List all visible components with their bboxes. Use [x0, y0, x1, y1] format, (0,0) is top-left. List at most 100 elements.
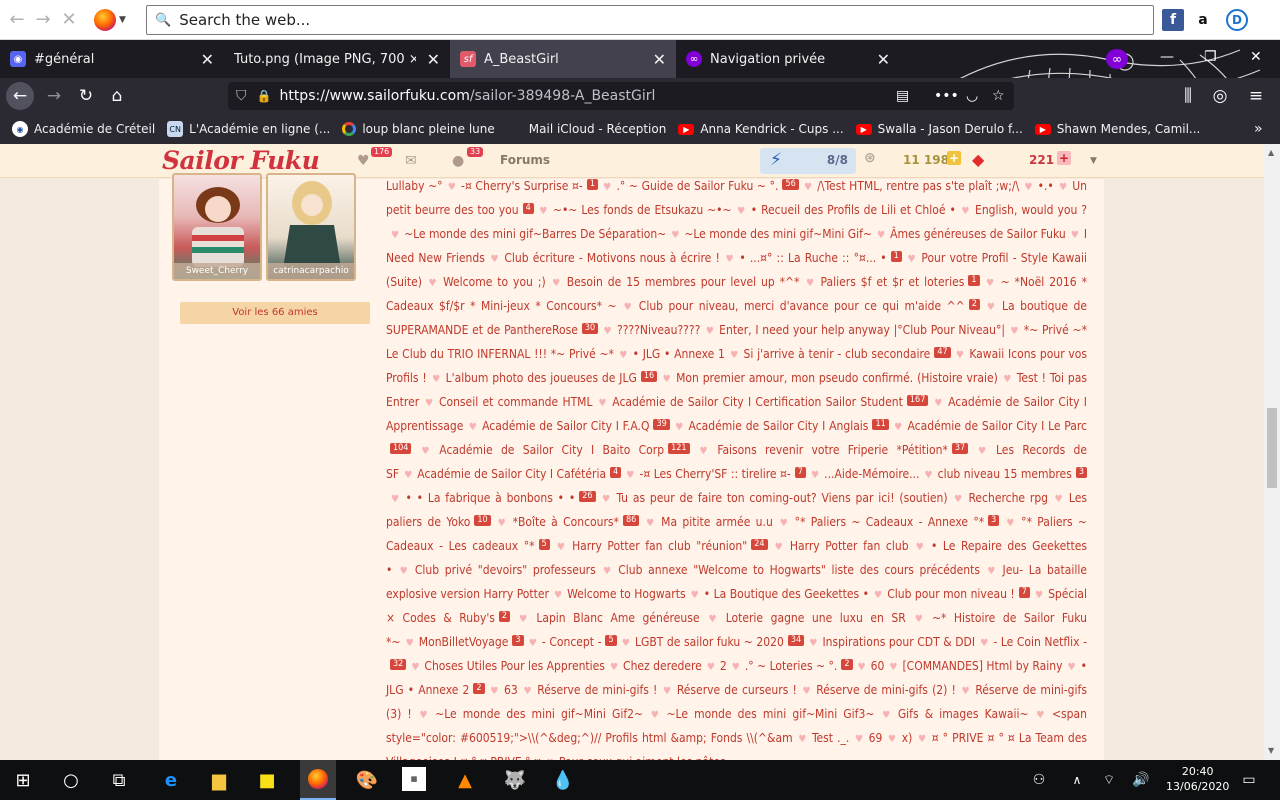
club-link[interactable]: 69 [869, 731, 883, 745]
club-link[interactable]: ~Le monde des mini gif~Mini Gif2~ [435, 707, 643, 721]
club-link[interactable]: 60 [871, 659, 885, 673]
vlc-icon[interactable]: ▲ [452, 767, 478, 793]
lock-icon[interactable]: 🔒 [257, 89, 272, 103]
club-link[interactable]: •.• [1038, 179, 1054, 193]
club-link[interactable]: Club annexe "Welcome to Hogwarts" liste … [618, 563, 980, 577]
tab-image[interactable]: Tuto.png (Image PNG, 700 × 2300 p ✕ [224, 40, 450, 78]
forward-icon[interactable]: → [42, 84, 66, 108]
club-link[interactable]: Gifs & images Kawaii~ [898, 707, 1029, 721]
club-link[interactable]: Académie de Sailor City I Cafétéria 4 [417, 467, 622, 481]
chevron-down-icon[interactable]: ▼ [1090, 156, 1097, 166]
club-link[interactable]: MonBilletVoyage 3 [419, 635, 524, 649]
club-link[interactable]: - Concept -5 [542, 635, 617, 649]
club-link[interactable]: • • La fabrique à bonbons • • 26 [405, 491, 596, 505]
club-link[interactable]: Réserve de mini-gifs (2) ! [816, 683, 956, 697]
back-icon[interactable]: ← [6, 82, 34, 110]
club-link[interactable]: °* Paliers ~ Cadeaux - Annexe °* 3 [795, 515, 1000, 529]
facebook-icon[interactable]: f [1162, 9, 1184, 31]
club-link[interactable]: Tu as peur de faire ton coming-out? Vien… [616, 491, 947, 505]
bookmark-star-icon[interactable]: ☆ [992, 88, 1005, 104]
cortana-search-icon[interactable]: ○ [58, 767, 84, 793]
club-link[interactable]: Harry Potter fan club [790, 539, 909, 553]
club-link[interactable]: /\Test HTML, rentre pas s'te plaît ;w;/\ [817, 179, 1019, 193]
task-view-icon[interactable]: ⧉ [106, 767, 132, 793]
club-link[interactable]: Ma pitite armée u.u [661, 515, 773, 529]
notifications-icon[interactable]: ▭ [1236, 767, 1262, 793]
club-link[interactable]: 2 [720, 659, 727, 673]
dashlane-icon[interactable]: D [1226, 9, 1248, 31]
club-link[interactable]: Académie de Sailor City I Baito Corp 121 [439, 443, 690, 457]
chevron-down-icon[interactable]: ▼ [119, 15, 126, 25]
bookmark-item[interactable]: ▶ Swalla - Jason Derulo f... [855, 122, 1023, 136]
page-scrollbar[interactable]: ▲ ▼ [1264, 144, 1280, 760]
club-link[interactable]: ????Niveau???? [617, 323, 700, 337]
club-link[interactable]: -¤ Les Cherry'SF :: tirelire ¤- 7 [639, 467, 806, 481]
club-link[interactable]: Recherche rpg [968, 491, 1048, 505]
close-icon[interactable]: ✕ [653, 50, 666, 69]
windows-start-icon[interactable]: ⊞ [10, 767, 36, 793]
reload-icon[interactable]: ↻ [74, 84, 98, 108]
address-bar[interactable]: ⛉ 🔒 https://www.sailorfuku.com /sailor-3… [228, 82, 1014, 110]
club-link[interactable]: Mon premier amour, mon pseudo confirmé. … [676, 371, 998, 385]
club-link[interactable]: Paliers $f et $r et loteries 1 [821, 275, 980, 289]
club-link[interactable]: 63 [504, 683, 518, 697]
add-gems-button[interactable]: + [1057, 151, 1071, 165]
club-link[interactable]: Académie de Sailor City I Anglais 11 [689, 419, 889, 433]
club-link[interactable]: Faisons revenir votre Friperie *Pétition… [717, 443, 969, 457]
club-link[interactable]: Académie de Sailor City I F.A.Q 39 [482, 419, 670, 433]
club-link[interactable]: Test ._. [812, 731, 849, 745]
sticky-notes-icon[interactable]: ■ [254, 767, 280, 793]
club-link[interactable]: Lullaby ~° [386, 179, 443, 193]
club-link[interactable]: Harry Potter fan club "réunion" 24 [572, 539, 768, 553]
web-search-input[interactable]: 🔍 Search the web... [146, 5, 1154, 35]
scroll-down-icon[interactable]: ▼ [1268, 746, 1274, 755]
club-link[interactable]: *Boîte à Concours* 86 [513, 515, 640, 529]
club-link[interactable]: Club pour niveau, merci d'avance pour ce… [639, 299, 980, 313]
people-icon[interactable]: ⚇ [1026, 767, 1052, 793]
reader-view-icon[interactable]: ▤ [896, 88, 909, 104]
close-window-icon[interactable]: ✕ [1250, 49, 1262, 65]
club-link[interactable]: .° ~ Guide de Sailor Fuku ~ °. 56 [616, 179, 799, 193]
club-link[interactable]: ~Le monde des mini gif~Mini Gif3~ [666, 707, 874, 721]
club-link[interactable]: • JLG • Annexe 1 [633, 347, 725, 361]
club-link[interactable]: Club pour mon niveau ! 7 [887, 587, 1030, 601]
menu-icon[interactable]: ≡ [1244, 84, 1268, 108]
club-link[interactable]: Réserve de curseurs ! [677, 683, 797, 697]
close-icon[interactable]: ✕ [201, 50, 214, 69]
shield-icon[interactable]: ⛉ [236, 88, 247, 104]
user-icon[interactable]: ● [452, 153, 464, 169]
edge-icon[interactable]: e [158, 767, 184, 793]
club-link[interactable]: • ...¤° :: La Ruche :: °¤... • 1 [739, 251, 902, 265]
home-icon[interactable]: ⌂ [105, 84, 129, 108]
site-logo[interactable]: Sailor Fuku [162, 146, 320, 175]
club-link[interactable]: -¤ Cherry's Surprise ¤- 1 [461, 179, 598, 193]
scroll-up-icon[interactable]: ▲ [1268, 148, 1274, 157]
bookmark-item[interactable]: Mail iCloud - Réception [507, 121, 667, 137]
club-link[interactable]: Si j'arrive à tenir - club secondaire 47 [744, 347, 951, 361]
paint-icon[interactable]: 🎨 [354, 767, 380, 793]
firefox-taskbar-icon[interactable] [300, 760, 336, 800]
club-link[interactable]: Enter, I need your help anyway |°Club Po… [719, 323, 1005, 337]
see-all-friends-button[interactable]: Voir les 66 amies [180, 302, 370, 324]
stop-icon[interactable]: ✕ [56, 7, 82, 33]
club-link[interactable]: club niveau 15 membres 3 [938, 467, 1087, 481]
club-link[interactable]: Conseil et commande HTML [439, 395, 593, 409]
back-arrow-icon[interactable]: ← [4, 7, 30, 33]
add-coins-button[interactable]: + [947, 151, 961, 165]
club-link[interactable]: • La Boutique des Geekettes • [704, 587, 869, 601]
account-icon[interactable]: ◎ [1208, 84, 1232, 108]
club-link[interactable]: x) [902, 731, 913, 745]
restore-icon[interactable]: ❐ [1204, 49, 1217, 65]
wifi-icon[interactable]: ⌔ [1096, 767, 1122, 793]
volume-icon[interactable]: 🔊 [1128, 767, 1154, 793]
heart-icon[interactable]: ♥ [357, 153, 370, 169]
club-link[interactable]: .° ~ Loteries ~ °. 2 [745, 659, 853, 673]
friend-card[interactable]: Sweet_Cherry [172, 173, 262, 281]
chevron-up-icon[interactable]: ∧ [1064, 767, 1090, 793]
club-link[interactable]: Inspirations pour CDT & DDI [823, 635, 976, 649]
club-link[interactable]: LGBT de sailor fuku ~ 2020 34 [635, 635, 805, 649]
club-link[interactable]: English, would you ? [975, 203, 1087, 217]
mail-icon[interactable]: ✉ [405, 153, 417, 169]
club-link[interactable]: • Recueil des Profils de Lili et Chloé • [751, 203, 956, 217]
club-link[interactable]: ...Aide-Mémoire... [824, 467, 919, 481]
